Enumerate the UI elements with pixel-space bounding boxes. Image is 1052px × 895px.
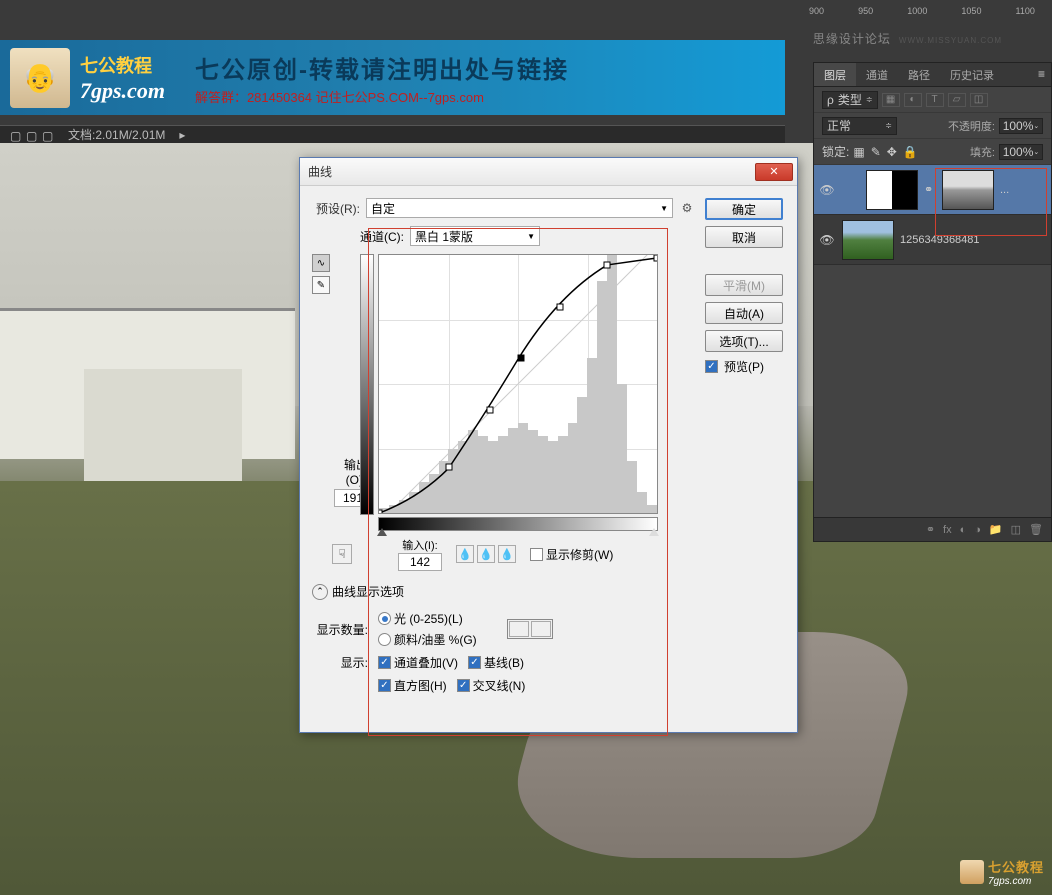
tutorial-banner: 👴 七公教程 7gps.com 七公原创-转载请注明出处与链接 解答群：2814… [0, 40, 785, 115]
status-bar: ▢ ▢ ▢ 文档:2.01M/2.01M ▸ [0, 125, 785, 143]
adjustment-thumb[interactable] [866, 170, 918, 210]
watermark-text: 思缘设计论坛 WWW.MISSYUAN.COM [813, 30, 1002, 47]
doc-size: 文档:2.01M/2.01M [68, 126, 165, 143]
brand-url: 7gps.com [80, 78, 165, 104]
fill-input[interactable]: 100%⌄ [999, 144, 1043, 160]
banner-logo-icon: 👴 [10, 48, 70, 108]
show-label: 显示: [312, 654, 368, 671]
horizontal-gradient[interactable] [378, 517, 658, 531]
panel-footer: ⚭ fx ◐ ◑ 📁 ◫ 🗑 [814, 517, 1051, 541]
tab-channels[interactable]: 通道 [856, 63, 898, 86]
visibility-toggle[interactable]: 👁 [818, 231, 836, 249]
smooth-button[interactable]: 平滑(M) [705, 274, 783, 296]
preset-label: 预设(R): [312, 200, 360, 217]
mask-thumb[interactable] [942, 170, 994, 210]
white-eyedropper-icon[interactable]: 💧 [498, 545, 516, 563]
dialog-title: 曲线 [308, 163, 755, 180]
lock-transparent-icon[interactable]: ▦ [853, 145, 864, 159]
filter-type-icon[interactable]: T [926, 93, 944, 107]
tab-history[interactable]: 历史记录 [940, 63, 1004, 86]
status-icon: ▢ [42, 129, 54, 141]
lock-position-icon[interactable]: ✥ [887, 145, 897, 159]
status-icon: ▢ [10, 129, 22, 141]
lock-paint-icon[interactable]: ✎ [871, 145, 881, 159]
gear-icon[interactable]: ⚙ [679, 200, 695, 216]
input-input[interactable] [398, 553, 442, 571]
filter-smart-icon[interactable]: ◫ [970, 93, 988, 107]
chevron-down-icon: ▼ [660, 204, 668, 213]
baseline-checkbox[interactable]: 基线(B) [468, 654, 524, 671]
ink-radio[interactable]: 颜料/油墨 %(G) [378, 631, 477, 648]
layer-row[interactable]: 👁 ⚭ ... [814, 165, 1051, 215]
channel-label: 通道(C): [360, 228, 404, 245]
opacity-label: 不透明度: [948, 118, 995, 134]
banner-title: 七公原创-转载请注明出处与链接 [195, 50, 569, 85]
ruler: 900 950 1000 1050 1100 [792, 0, 1052, 18]
light-radio[interactable]: 光 (0-255)(L) [378, 610, 477, 627]
curve-tool-button[interactable]: ∿ [312, 254, 330, 272]
banner-subtitle: 解答群：281450364 记住七公PS.COM--7gps.com [195, 87, 569, 106]
input-label: 输入(I): [398, 537, 442, 553]
tab-layers[interactable]: 图层 [814, 63, 856, 86]
ok-button[interactable]: 确定 [705, 198, 783, 220]
grid-size-toggle[interactable] [507, 619, 553, 639]
opacity-input[interactable]: 100%⌄ [999, 118, 1043, 134]
cancel-button[interactable]: 取消 [705, 226, 783, 248]
auto-button[interactable]: 自动(A) [705, 302, 783, 324]
display-qty-label: 显示数量: [312, 621, 368, 638]
brand-name: 七公教程 [80, 52, 165, 78]
status-icon: ▢ [26, 129, 38, 141]
expand-arrow-icon[interactable]: ▸ [179, 128, 185, 142]
show-clipping-checkbox[interactable]: 显示修剪(W) [530, 546, 613, 563]
trash-icon[interactable]: 🗑 [1029, 523, 1043, 536]
dialog-titlebar[interactable]: 曲线 ✕ [300, 158, 797, 186]
layers-panel: 图层 通道 路径 历史记录 ≡ ρ类型≑ ▦ ◐ T ▱ ◫ 正常≑ 不透明度:… [813, 62, 1052, 542]
curves-dialog: 曲线 ✕ 预设(R): 自定 ▼ ⚙ 通道(C): 黑白 1蒙版 ▼ [299, 157, 798, 733]
channel-overlay-checkbox[interactable]: 通道叠加(V) [378, 654, 458, 671]
panel-menu-icon[interactable]: ≡ [1032, 63, 1051, 86]
blend-mode-dropdown[interactable]: 正常≑ [822, 117, 897, 135]
options-button[interactable]: 选项(T)... [705, 330, 783, 352]
tab-paths[interactable]: 路径 [898, 63, 940, 86]
vertical-gradient [360, 254, 374, 515]
pencil-tool-button[interactable]: ✎ [312, 276, 330, 294]
mask-icon[interactable]: ◐ [960, 524, 967, 536]
chevron-down-icon: ▼ [527, 232, 535, 241]
layer-row[interactable]: 👁 1256349368481 [814, 215, 1051, 265]
finger-tool-button[interactable]: ☟ [332, 544, 352, 564]
collapse-button[interactable]: ⌃ [312, 584, 328, 600]
show-options-label: 曲线显示选项 [332, 583, 404, 600]
preset-dropdown[interactable]: 自定 ▼ [366, 198, 673, 218]
lock-label: 锁定: [822, 143, 849, 160]
link-icon[interactable]: ⚭ [924, 183, 936, 196]
curve-graph[interactable] [378, 254, 658, 514]
preview-checkbox[interactable]: 预览(P) [705, 358, 785, 375]
fx-icon[interactable]: fx [943, 524, 952, 536]
filter-pixel-icon[interactable]: ▦ [882, 93, 900, 107]
filter-adjust-icon[interactable]: ◐ [904, 93, 922, 107]
fill-label: 填充: [970, 144, 995, 160]
corner-watermark: 七公教程 7gps.com [960, 857, 1044, 887]
lock-all-icon[interactable]: 🔒 [903, 145, 918, 159]
histogram-checkbox[interactable]: 直方图(H) [378, 677, 447, 694]
layer-name[interactable]: 1256349368481 [900, 234, 1047, 246]
group-icon[interactable]: 📁 [989, 523, 1003, 536]
white-slider[interactable] [649, 528, 659, 536]
black-eyedropper-icon[interactable]: 💧 [456, 545, 474, 563]
layer-thumb[interactable] [842, 220, 894, 260]
close-button[interactable]: ✕ [755, 163, 793, 181]
black-slider[interactable] [377, 528, 387, 536]
new-layer-icon[interactable]: ◫ [1011, 523, 1021, 536]
gray-eyedropper-icon[interactable]: 💧 [477, 545, 495, 563]
layer-name[interactable]: ... [1000, 184, 1047, 196]
corner-logo-icon [960, 860, 984, 884]
link-layers-icon[interactable]: ⚭ [926, 523, 935, 536]
intersect-checkbox[interactable]: 交叉线(N) [457, 677, 526, 694]
filter-type-dropdown[interactable]: ρ类型≑ [822, 91, 878, 109]
channel-dropdown[interactable]: 黑白 1蒙版 ▼ [410, 226, 540, 246]
adjustment-icon[interactable]: ◑ [974, 524, 981, 536]
visibility-toggle[interactable]: 👁 [818, 181, 836, 199]
filter-shape-icon[interactable]: ▱ [948, 93, 966, 107]
